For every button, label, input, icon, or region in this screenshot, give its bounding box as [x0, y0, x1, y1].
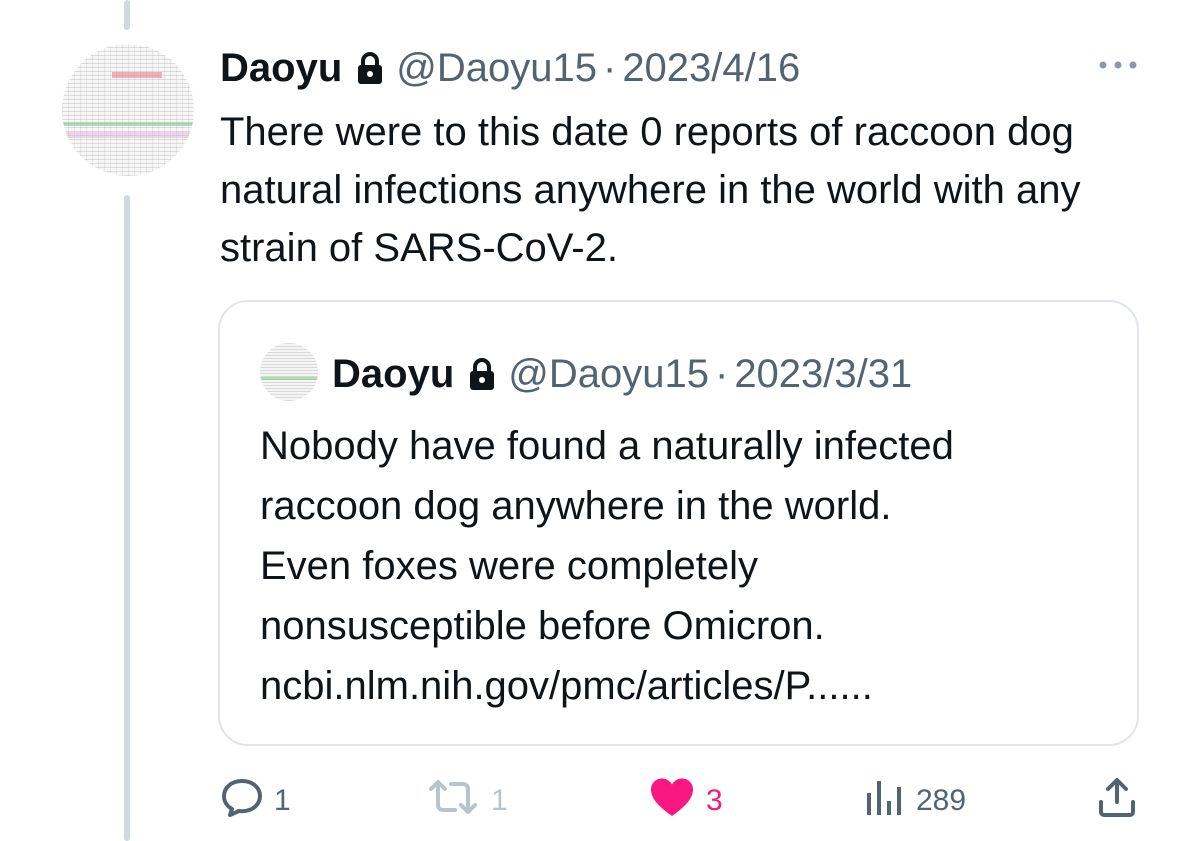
- action-bar: 1 1 3 289: [0, 775, 1200, 827]
- quoted-text-link[interactable]: ncbi.nlm.nih.gov/pmc/articles/P......: [260, 656, 1120, 716]
- more-options-icon[interactable]: [1098, 50, 1138, 80]
- retweet-button[interactable]: 1: [425, 775, 508, 827]
- avatar-detail: [62, 122, 194, 126]
- like-count: 3: [706, 784, 723, 817]
- like-button[interactable]: 3: [648, 775, 723, 827]
- quoted-tweet-card[interactable]: Daoyu @Daoyu15 · 2023/3/31 Nobody have f…: [218, 300, 1139, 746]
- views-button[interactable]: 289: [862, 775, 966, 827]
- separator-dot: ·: [602, 45, 617, 90]
- tweet-header: Daoyu @Daoyu15 · 2023/4/16: [220, 40, 800, 96]
- views-chart-icon: [862, 777, 906, 825]
- quoted-author-name: Daoyu: [332, 351, 455, 396]
- separator-dot: ·: [714, 351, 729, 396]
- tweet-date[interactable]: 2023/4/16: [622, 46, 800, 91]
- heart-icon: [648, 776, 696, 826]
- quoted-text-line: nonsusceptible before Omicron.: [260, 604, 825, 648]
- quoted-text-line: Even foxes were completely: [260, 544, 759, 588]
- tweet-text: There were to this date 0 reports of rac…: [220, 110, 1081, 270]
- reply-icon: [220, 777, 264, 825]
- quoted-avatar: [260, 343, 318, 401]
- thread-line-bottom: [124, 195, 130, 841]
- author-handle[interactable]: @Daoyu15: [396, 46, 597, 91]
- quoted-text-line: raccoon dog anywhere in the world.: [260, 484, 892, 528]
- lock-icon: [468, 357, 496, 391]
- avatar-detail: [62, 132, 194, 138]
- view-count: 289: [916, 784, 967, 817]
- thread-line-top: [124, 0, 130, 30]
- share-icon: [1096, 776, 1138, 826]
- reply-count: 1: [274, 784, 291, 817]
- quoted-tweet-header: Daoyu @Daoyu15 · 2023/3/31: [332, 346, 912, 402]
- author-name[interactable]: Daoyu: [220, 46, 342, 91]
- avatar-detail: [112, 72, 162, 78]
- share-button[interactable]: [1096, 775, 1138, 827]
- retweet-count: 1: [491, 784, 508, 817]
- avatar[interactable]: [62, 44, 194, 176]
- retweet-icon: [425, 777, 481, 825]
- avatar-detail: [260, 377, 318, 380]
- quoted-author-handle: @Daoyu15: [508, 351, 709, 396]
- quoted-tweet-text: Nobody have found a naturally infected r…: [260, 416, 1120, 716]
- reply-button[interactable]: 1: [220, 775, 291, 827]
- quoted-tweet-date: 2023/3/31: [734, 351, 913, 396]
- quoted-text-line: Nobody have found a naturally infected: [260, 424, 954, 468]
- lock-icon: [356, 51, 384, 85]
